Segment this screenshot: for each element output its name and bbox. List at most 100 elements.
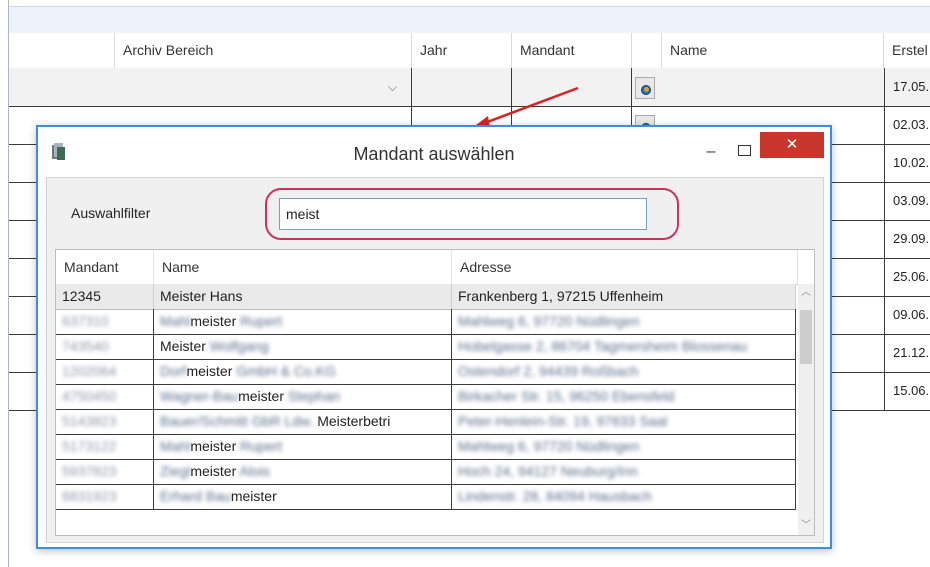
adresse-text: Hobelgasse 2, 86704 Tagmersheim Blossena… (458, 338, 748, 354)
mandant-number: 5937823 (62, 463, 117, 479)
name-part: Stephan (283, 388, 341, 404)
bg-date-cell: 17.05. (884, 68, 930, 106)
table-row[interactable]: 5173122 Mahlmeister Rupert Mahlweg 6, 9772… (56, 434, 796, 460)
name-part: Alois (236, 463, 270, 479)
background-toolbar (9, 6, 930, 34)
name-part: meister (230, 488, 277, 504)
scroll-up-icon[interactable]: ︿ (798, 284, 814, 302)
col-name[interactable]: Name (154, 250, 452, 284)
bg-date-cell: 29.09. (884, 220, 930, 258)
cell-adresse: Ostendorf 2, 94439 Roßbach (452, 359, 796, 384)
name-part: Meister (160, 338, 206, 354)
name-part: Mahl (160, 313, 191, 329)
filter-input[interactable] (279, 198, 647, 230)
cell-mandant: 5143823 (56, 409, 154, 434)
name-part: GmbH & Co.KG (232, 363, 336, 379)
bg-col-lookup (632, 33, 662, 68)
cell-name: Dorfmeister GmbH & Co.KG (154, 359, 452, 384)
cell-adresse: Mahlweg 6, 97720 Nüdlingen (452, 434, 796, 459)
cell-name: Zieglmeister Alois (154, 459, 452, 484)
bg-col-archiv-bereich[interactable]: Archiv Bereich (115, 33, 412, 68)
cell-name: Mahlmeister Rupert (154, 309, 452, 334)
bg-date-cell: 02.03. (884, 106, 930, 144)
bg-col-blank (9, 33, 115, 68)
cell-mandant: 637310 (56, 309, 154, 334)
cell-mandant: 12345 (56, 284, 154, 309)
name-part: meister (190, 438, 237, 454)
cell-name: Meister Wolfgang (154, 334, 452, 359)
cell-adresse: Birkacher Str. 15, 96250 Ebensfeld (452, 384, 796, 409)
adresse-text: Mahlweg 6, 97720 Nüdlingen (458, 438, 640, 454)
cell-mandant: 5173122 (56, 434, 154, 459)
table-row[interactable]: 1202064 Dorfmeister GmbH & Co.KG Ostendorf… (56, 359, 796, 385)
col-mandant[interactable]: Mandant (56, 250, 154, 284)
name-part: meister (190, 313, 237, 329)
bg-col-name[interactable]: Name (662, 33, 884, 68)
cell-adresse: Peter-Henlein-Str. 19, 97633 Saal (452, 409, 796, 434)
cell-mandant: 4750450 (56, 384, 154, 409)
cell-adresse: Lindenstr. 28, 84094 Hausbach (452, 484, 796, 509)
table-row[interactable]: 5937823 Zieglmeister Alois Hoch 24, 94127 … (56, 459, 796, 485)
bg-col-jahr[interactable]: Jahr (412, 33, 512, 68)
mandant-number: 743540 (62, 338, 109, 354)
lookup-icon[interactable] (635, 77, 655, 99)
table-row[interactable]: 637310 Mahlmeister Rupert Mahlweg 6, 97720… (56, 309, 796, 335)
mandant-number: 5173122 (62, 438, 117, 454)
dialog-body: Auswahlfilter Mandant Name Adresse 12345… (46, 177, 824, 543)
cell-adresse: Frankenberg 1, 97215 Uffenheim (452, 284, 796, 309)
name-part: Dorf (160, 363, 187, 379)
name-part: Ziegl (160, 463, 191, 479)
cell-name: Erhard Baumeister (154, 484, 452, 509)
name-part: Rupert (236, 438, 283, 454)
name-part: Wagner-Bau (160, 388, 239, 404)
chevron-down-icon[interactable]: ⌵ (388, 80, 397, 95)
cell-name: Bauer/Schmitt GbR Ldw. Meisterbetri (154, 409, 452, 434)
scroll-thumb[interactable] (800, 310, 812, 364)
cell-name: Meister Hans (154, 284, 452, 309)
name-part: Erhard Bau (160, 488, 231, 504)
grid-header: Mandant Name Adresse (56, 250, 814, 285)
table-row[interactable]: 6831923 Erhard Baumeister Lindenstr. 28, 8… (56, 484, 796, 510)
table-row[interactable]: 4750450 Wagner-Baumeister Stephan Birkache… (56, 384, 796, 410)
vertical-scrollbar[interactable]: ︿ ﹀ (798, 284, 814, 535)
col-adresse[interactable]: Adresse (452, 250, 798, 284)
cell-adresse: Hoch 24, 94127 Neuburg/Inn (452, 459, 796, 484)
table-row[interactable]: 743540 Meister Wolfgang Hobelgasse 2, 8670… (56, 334, 796, 360)
adresse-text: Mahlweg 6, 97720 Nüdlingen (458, 313, 640, 329)
scroll-down-icon[interactable]: ﹀ (798, 517, 814, 535)
name-part: Meisterbetri (317, 413, 391, 429)
mandant-number: 1202064 (62, 363, 117, 379)
maximize-icon (738, 145, 751, 156)
bg-date-cell: 25.06. (884, 258, 930, 296)
name-part: meister (238, 388, 284, 404)
name-part: Meister Hans (160, 288, 243, 304)
close-button[interactable]: ✕ (760, 132, 824, 158)
name-part: Mahl (160, 438, 191, 454)
dialog-titlebar[interactable]: Mandant auswählen – ✕ (38, 127, 830, 177)
mandant-dialog: Mandant auswählen – ✕ Auswahlfilter Mand… (36, 125, 832, 549)
bg-col-erstellt[interactable]: Erstel (884, 33, 930, 68)
bg-col-mandant[interactable]: Mandant (512, 33, 632, 68)
mandant-number: 12345 (62, 288, 101, 304)
adresse-text: Lindenstr. 28, 84094 Hausbach (458, 488, 652, 504)
name-part: Wolfgang (205, 338, 269, 354)
maximize-button[interactable] (731, 139, 757, 165)
cell-name: Mahlmeister Rupert (154, 434, 452, 459)
minimize-button[interactable]: – (698, 139, 724, 165)
adresse-text: Birkacher Str. 15, 96250 Ebensfeld (458, 388, 675, 404)
mandant-grid: Mandant Name Adresse 12345 Meister Hans Fr… (55, 249, 815, 536)
bg-date-cell: 15.06. (884, 372, 930, 410)
cell-mandant: 5937823 (56, 459, 154, 484)
table-row[interactable]: 5143823 Bauer/Schmitt GbR Ldw. Meisterbet… (56, 409, 796, 435)
table-row[interactable]: 12345 Meister Hans Frankenberg 1, 97215 Uf… (56, 284, 796, 310)
cell-mandant: 6831923 (56, 484, 154, 509)
name-part: meister (190, 463, 237, 479)
archiv-bereich-combo[interactable]: ⌵ (115, 68, 412, 106)
mandant-number: 5143823 (62, 413, 117, 429)
adresse-text: Frankenberg 1, 97215 Uffenheim (458, 288, 664, 304)
cell-adresse: Hobelgasse 2, 86704 Tagmersheim Blossena… (452, 334, 796, 359)
bg-date-cell: 03.09. (884, 182, 930, 220)
adresse-text: Hoch 24, 94127 Neuburg/Inn (458, 463, 638, 479)
adresse-text: Ostendorf 2, 94439 Roßbach (458, 363, 639, 379)
adresse-text: Peter-Henlein-Str. 19, 97633 Saal (458, 413, 668, 429)
